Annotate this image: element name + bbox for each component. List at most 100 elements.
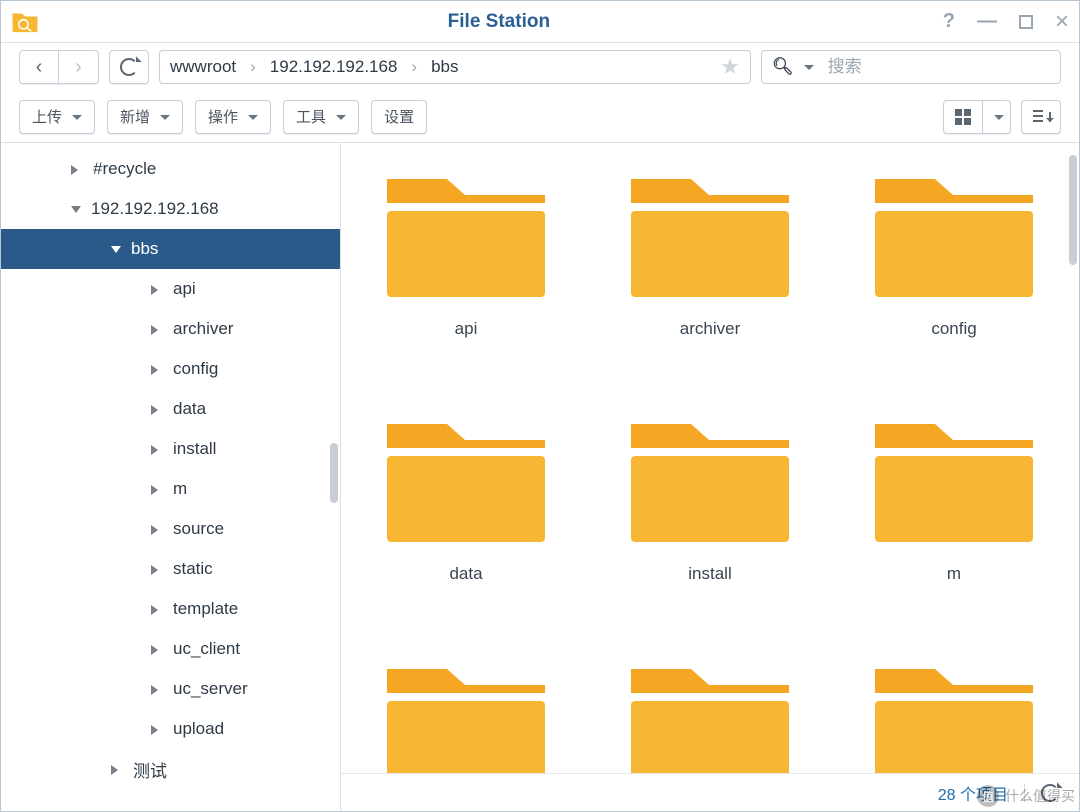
forward-button[interactable]: › [59,50,99,84]
scrollbar[interactable] [1069,155,1077,265]
folder-label: data [449,564,482,584]
search-scope-dropdown[interactable] [800,57,814,77]
back-button[interactable]: ‹ [19,50,59,84]
chevron-right-icon[interactable] [151,445,163,455]
folder-item[interactable]: source [381,651,551,773]
tree-item[interactable]: upload [1,709,340,749]
tree-item[interactable]: data [1,389,340,429]
file-station-window: File Station ? — × ‹ › wwwroot › 192.192… [0,0,1080,812]
location-bar: ‹ › wwwroot › 192.192.192.168 › bbs ★ 🔍︎ [1,43,1079,91]
path-bar[interactable]: wwwroot › 192.192.192.168 › bbs ★ [159,50,751,84]
folder-item[interactable]: archiver [625,161,795,339]
tree-item-label: #recycle [93,159,156,179]
chevron-down-icon[interactable] [71,206,81,218]
folder-item[interactable]: data [381,406,551,584]
chevron-right-icon[interactable] [151,525,163,535]
scrollbar[interactable] [330,443,338,503]
chevron-right-icon[interactable] [151,405,163,415]
chevron-right-icon[interactable] [111,765,123,775]
tree-item-label: 测试 [133,757,167,782]
folder-icon [625,161,795,301]
create-button[interactable]: 新增 [107,100,183,134]
folder-icon [869,161,1039,301]
close-icon[interactable]: × [1055,8,1069,36]
folder-item[interactable]: config [869,161,1039,339]
path-segment[interactable]: bbs [431,57,458,77]
tree-item-label: source [173,519,224,539]
folder-icon [381,161,551,301]
tree-item-label: uc_client [173,639,240,659]
chevron-right-icon[interactable] [151,685,163,695]
folder-label: api [455,319,478,339]
tree-item[interactable]: archiver [1,309,340,349]
grid-icon [955,109,971,125]
minimize-icon[interactable]: — [977,10,997,33]
tree-item-label: data [173,399,206,419]
tree-item[interactable]: source [1,509,340,549]
tree-item[interactable]: 测试 [1,749,340,789]
maximize-icon[interactable] [1019,15,1033,29]
reload-icon [120,58,138,76]
chevron-right-icon[interactable] [151,485,163,495]
status-bar: 28 个项目 [341,773,1079,811]
tree-item[interactable]: uc_client [1,629,340,669]
tree-item[interactable]: uc_server [1,669,340,709]
chevron-right-icon[interactable] [71,165,83,175]
folder-icon [869,406,1039,546]
folder-icon [381,406,551,546]
folder-label: archiver [680,319,740,339]
reload-button[interactable] [109,50,149,84]
chevron-right-icon[interactable] [151,325,163,335]
tree-item[interactable]: install [1,429,340,469]
nav-buttons: ‹ › [19,50,99,84]
tree-item[interactable]: 192.192.192.168 [1,189,340,229]
search-input[interactable] [826,56,1051,78]
tree-item-label: static [173,559,213,579]
favorite-star-icon[interactable]: ★ [720,54,740,80]
help-icon[interactable]: ? [943,10,955,33]
tree-item[interactable]: config [1,349,340,389]
tree-item[interactable]: static [1,549,340,589]
search-icon: 🔍︎ [772,57,794,77]
chevron-right-icon[interactable] [151,365,163,375]
sort-button[interactable] [1021,100,1061,134]
tree-item-label: install [173,439,216,459]
tree-item[interactable]: api [1,269,340,309]
titlebar: File Station ? — × [1,1,1079,43]
chevron-right-icon[interactable] [151,605,163,615]
chevron-right-icon[interactable] [151,565,163,575]
tools-button[interactable]: 工具 [283,100,359,134]
tree-item[interactable]: m [1,469,340,509]
folder-item[interactable]: static [625,651,795,773]
tree-item-label: m [173,479,187,499]
settings-button[interactable]: 设置 [371,100,427,134]
folder-item[interactable]: api [381,161,551,339]
status-refresh-icon[interactable] [1041,784,1059,802]
tree-item-label: uc_server [173,679,248,699]
search-bar[interactable]: 🔍︎ [761,50,1061,84]
chevron-right-icon[interactable] [151,725,163,735]
folder-item[interactable]: m [869,406,1039,584]
chevron-down-icon[interactable] [111,246,121,258]
tree-item-label: upload [173,719,224,739]
tree-item[interactable]: bbs [1,229,340,269]
grid-view-button[interactable] [943,100,983,134]
action-button[interactable]: 操作 [195,100,271,134]
path-segment[interactable]: wwwroot [170,57,236,77]
folder-tree[interactable]: #recycle 192.192.192.168bbsapiarchivercon… [1,143,341,811]
item-count: 28 个项目 [938,781,1008,805]
folder-item[interactable]: template [869,651,1039,773]
chevron-right-icon[interactable] [151,285,163,295]
chevron-right-icon[interactable] [151,645,163,655]
upload-button[interactable]: 上传 [19,100,95,134]
view-dropdown[interactable] [983,100,1011,134]
folder-label: install [688,564,731,584]
path-segment[interactable]: 192.192.192.168 [270,57,398,77]
chevron-right-icon: › [411,57,417,77]
tree-item[interactable]: template [1,589,340,629]
file-grid[interactable]: api archiver config data install m source stati… [341,143,1079,773]
chevron-right-icon: › [250,57,256,77]
folder-item[interactable]: install [625,406,795,584]
tree-item[interactable]: #recycle [1,149,340,189]
toolbar: 上传 新增 操作 工具 设置 [1,91,1079,143]
